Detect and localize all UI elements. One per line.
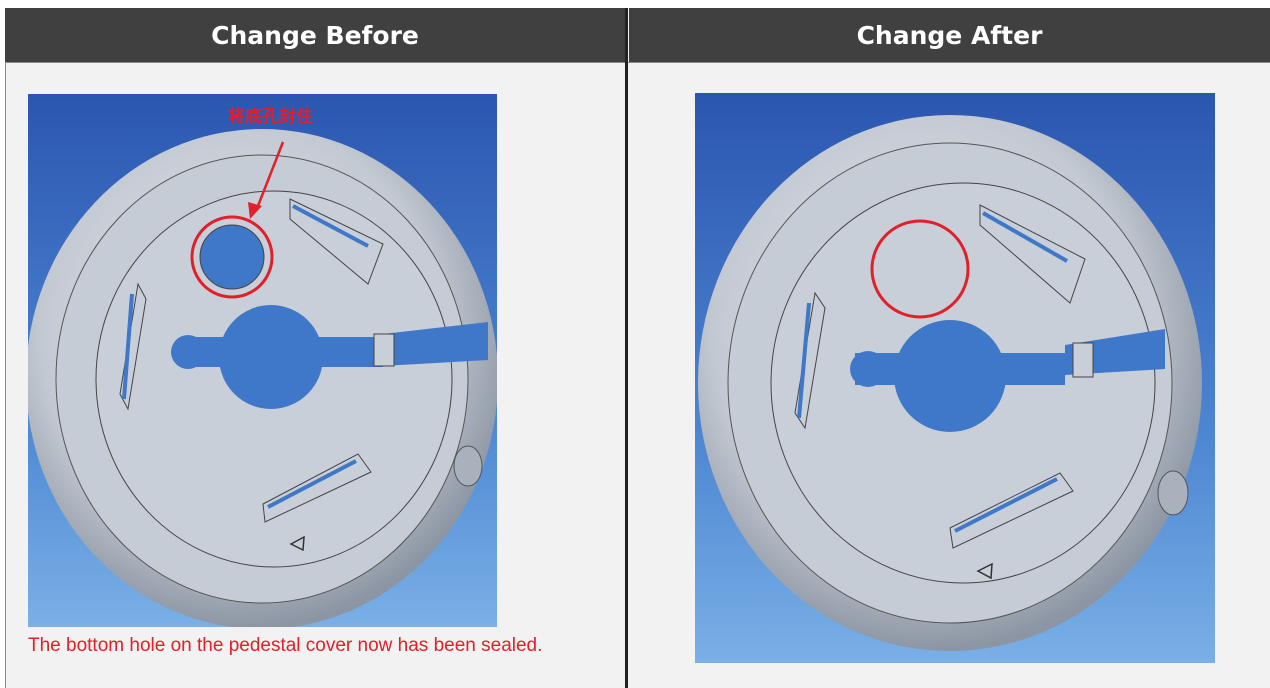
column-title-after: Change After bbox=[856, 20, 1043, 50]
header-divider bbox=[5, 62, 1270, 63]
column-title-before: Change Before bbox=[211, 20, 419, 50]
change-caption: The bottom hole on the pedestal cover no… bbox=[28, 635, 543, 656]
after-image bbox=[695, 93, 1215, 663]
annotation-label: 将底孔封住 bbox=[228, 106, 313, 127]
column-divider bbox=[625, 8, 628, 688]
table-left-border bbox=[5, 62, 6, 688]
column-header-after: Change After bbox=[629, 8, 1270, 62]
comparison-table: Change Before Change After 将底孔封住 The bot… bbox=[5, 8, 1270, 688]
column-header-before: Change Before bbox=[5, 8, 625, 62]
before-image: 将底孔封住 bbox=[28, 94, 497, 627]
